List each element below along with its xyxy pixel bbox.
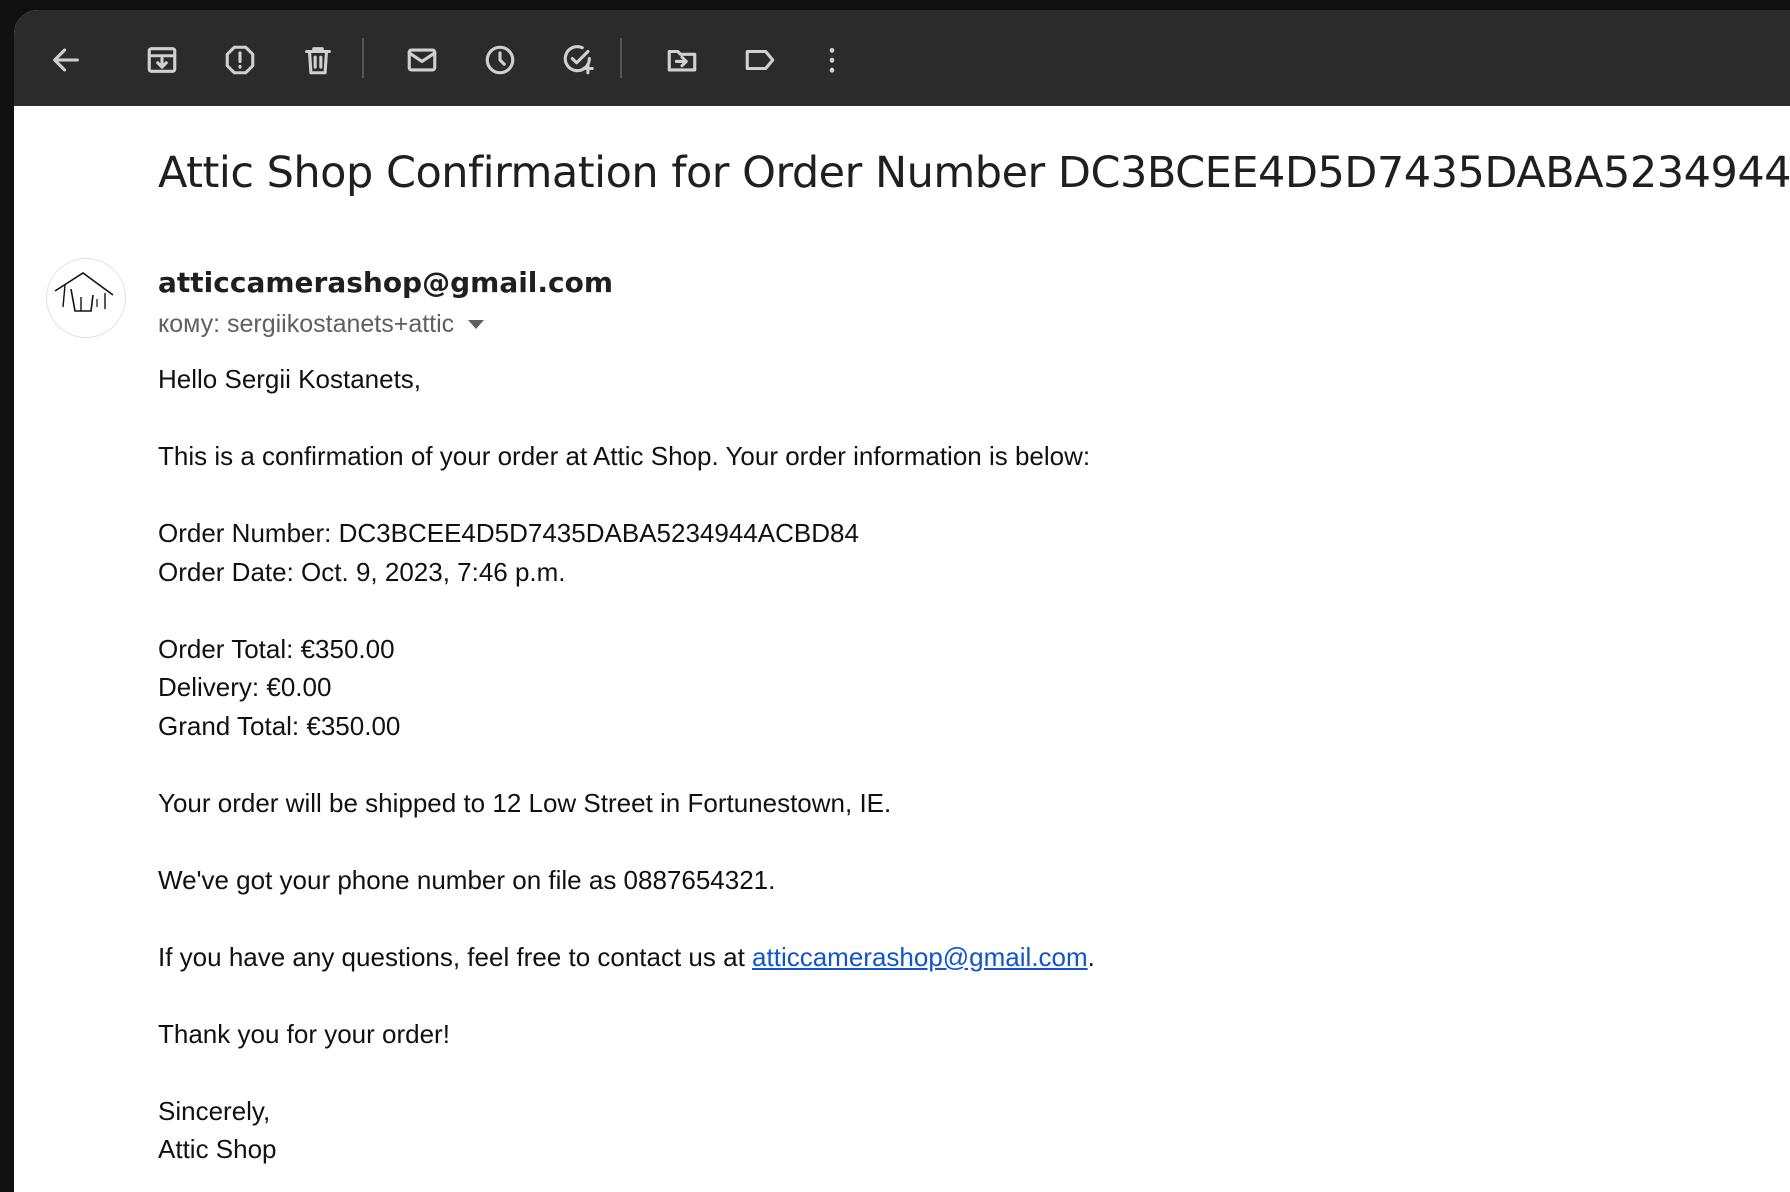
archive-button[interactable] — [140, 38, 184, 82]
recipient-row: кому: sergiikostanets+attic — [158, 310, 485, 339]
mark-unread-icon — [407, 48, 437, 72]
grand-total: Grand Total: €350.00 — [158, 710, 401, 741]
more-options-icon — [829, 47, 835, 73]
recipient-address: sergiikostanets+attic — [226, 310, 455, 338]
email-subject: Attic Shop Confirmation for Order Number… — [158, 148, 1790, 198]
mark-unread-button[interactable] — [400, 38, 444, 82]
sender-email: atticcamerashop@gmail.com — [158, 266, 614, 299]
delete-icon — [305, 47, 331, 75]
show-details-dropdown-icon[interactable] — [468, 320, 485, 329]
snooze-icon — [485, 45, 515, 75]
signoff: Sincerely, — [158, 1095, 271, 1126]
add-to-tasks-button[interactable] — [556, 38, 600, 82]
more-options-button[interactable] — [810, 38, 854, 82]
recipient-prefix: кому: — [158, 310, 227, 338]
intro-text: This is a confirmation of your order at … — [158, 441, 1091, 471]
order-date: Order Date: Oct. 9, 2023, 7:46 p.m. — [158, 556, 566, 587]
email-window: Attic Shop Confirmation for Order Number… — [14, 10, 1790, 1192]
order-number: Order Number: DC3BCEE4D5D7435DABA5234944… — [158, 518, 859, 548]
move-to-icon — [667, 49, 697, 72]
contact-line: If you have any questions, feel free to … — [158, 938, 1758, 977]
delete-button[interactable] — [296, 38, 340, 82]
thank-you: Thank you for your order! — [158, 1018, 450, 1049]
toolbar-divider — [620, 38, 622, 78]
signature: Attic Shop — [158, 1134, 277, 1164]
sender-avatar[interactable] — [46, 258, 126, 338]
contact-email-link[interactable]: atticcamerashop@gmail.com — [752, 942, 1088, 972]
snooze-button[interactable] — [478, 38, 522, 82]
delivery-cost: Delivery: €0.00 — [158, 672, 332, 702]
email-toolbar — [14, 10, 1790, 106]
shipping-address: Your order will be shipped to 12 Low Str… — [158, 787, 892, 818]
phone-info: We've got your phone number on file as 0… — [158, 864, 776, 895]
house-logo-icon — [54, 272, 114, 312]
arrow-back-icon — [53, 48, 79, 72]
email-body: Hello Sergii Kostanets, This is a confir… — [158, 360, 1758, 1169]
back-button[interactable] — [44, 38, 88, 82]
toolbar-divider — [362, 38, 364, 78]
contact-suffix: . — [1087, 941, 1095, 972]
label-button[interactable] — [738, 38, 782, 82]
contact-prefix: If you have any questions, feel free to … — [158, 941, 753, 972]
order-total: Order Total: €350.00 — [158, 633, 395, 664]
greeting: Hello Sergii Kostanets, — [158, 364, 422, 394]
add-to-tasks-icon — [563, 45, 594, 75]
report-spam-button[interactable] — [218, 38, 262, 82]
label-icon — [745, 49, 775, 71]
move-to-button[interactable] — [660, 38, 704, 82]
report-spam-icon — [225, 45, 255, 75]
archive-icon — [147, 47, 177, 73]
